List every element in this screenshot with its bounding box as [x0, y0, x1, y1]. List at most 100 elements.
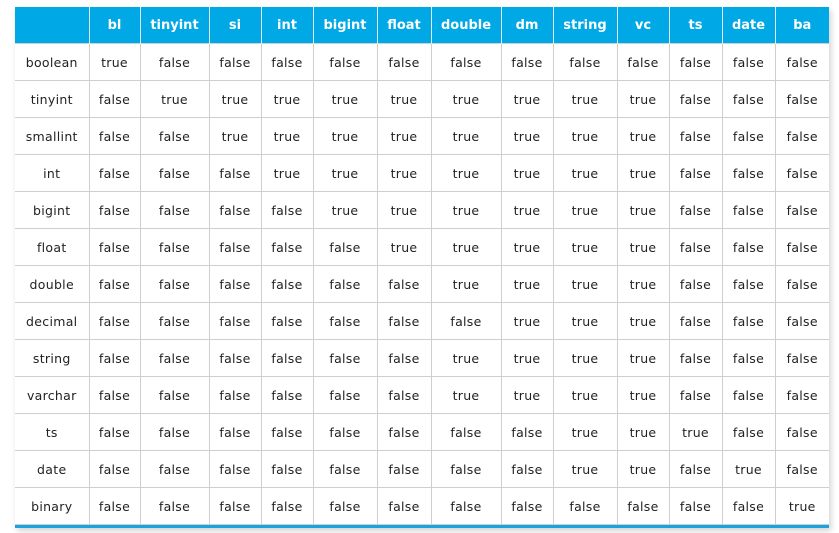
- row-label: decimal: [15, 302, 90, 340]
- column-header: ba: [774, 7, 829, 44]
- table-cell: false: [668, 228, 723, 266]
- table-cell: false: [139, 339, 210, 377]
- table-cell: false: [260, 302, 314, 340]
- table-cell: false: [88, 487, 141, 525]
- table-cell: false: [668, 80, 723, 118]
- table-cell: false: [774, 265, 829, 303]
- table-cell: false: [721, 80, 776, 118]
- table-cell: false: [88, 339, 141, 377]
- table-cell: false: [376, 339, 432, 377]
- table-cell: false: [208, 339, 262, 377]
- table-cell: false: [139, 228, 210, 266]
- column-header: int: [260, 7, 313, 44]
- column-header: double: [430, 7, 501, 44]
- table-cell: true: [430, 228, 502, 266]
- table-cell: false: [430, 487, 502, 525]
- table-cell: true: [552, 339, 618, 377]
- table-cell: false: [88, 154, 141, 192]
- table-cell: true: [616, 154, 670, 192]
- table-cell: true: [616, 191, 670, 229]
- table-cell: false: [774, 376, 829, 414]
- type-conversion-table-container: bl tinyint si int bigint float double dm string v…: [15, 7, 829, 528]
- row-label: float: [15, 228, 90, 266]
- table-cell: false: [668, 376, 723, 414]
- table-cell: true: [616, 265, 670, 303]
- row-label: int: [15, 154, 90, 192]
- table-cell: false: [88, 228, 141, 266]
- row-label: bigint: [15, 191, 90, 229]
- table-cell: false: [774, 117, 829, 155]
- table-cell: true: [260, 117, 314, 155]
- table-cell: false: [552, 43, 618, 81]
- table-cell: false: [312, 450, 378, 488]
- table-cell: false: [668, 265, 723, 303]
- table-cell: false: [552, 487, 618, 525]
- table-cell: false: [668, 117, 723, 155]
- row-label: smallint: [15, 117, 90, 155]
- table-cell: false: [208, 265, 262, 303]
- table-cell: false: [88, 302, 141, 340]
- table-cell: true: [500, 154, 554, 192]
- table-row: bigint false false false false true true true tr…: [15, 191, 829, 229]
- table-cell: false: [376, 413, 432, 451]
- table-row: double false false false false false false true…: [15, 265, 829, 303]
- table-cell: false: [721, 43, 776, 81]
- table-cell: true: [139, 80, 210, 118]
- table-row: ts false false false false false false false fal…: [15, 413, 829, 451]
- table-row: string false false false false false false true…: [15, 339, 829, 377]
- table-cell: true: [552, 265, 618, 303]
- table-cell: true: [616, 339, 670, 377]
- table-cell: false: [430, 43, 502, 81]
- table-cell: true: [552, 413, 618, 451]
- column-header: string: [552, 7, 617, 44]
- table-cell: true: [260, 154, 314, 192]
- header-row: bl tinyint si int bigint float double dm string v…: [15, 7, 829, 44]
- table-cell: true: [668, 413, 723, 451]
- table-cell: true: [430, 376, 502, 414]
- table-cell: false: [260, 228, 314, 266]
- table-cell: false: [721, 154, 776, 192]
- table-cell: false: [616, 43, 670, 81]
- table-cell: false: [260, 265, 314, 303]
- table-row: int false false false true true true true true tr…: [15, 154, 829, 192]
- table-cell: false: [500, 450, 554, 488]
- table-cell: true: [500, 80, 554, 118]
- table-cell: false: [500, 487, 554, 525]
- table-cell: false: [430, 450, 502, 488]
- column-header: si: [208, 7, 261, 44]
- table-cell: true: [500, 191, 554, 229]
- table-cell: true: [616, 413, 670, 451]
- table-cell: false: [430, 302, 502, 340]
- table-cell: false: [139, 487, 210, 525]
- table-cell: false: [668, 154, 723, 192]
- table-cell: false: [668, 487, 723, 525]
- row-label: date: [15, 450, 90, 488]
- table-cell: false: [208, 376, 262, 414]
- table-cell: true: [552, 376, 618, 414]
- table-cell: false: [139, 302, 210, 340]
- table-cell: false: [88, 117, 141, 155]
- table-cell: false: [721, 228, 776, 266]
- table-cell: false: [208, 450, 262, 488]
- table-row: varchar false false false false false false tru…: [15, 376, 829, 414]
- table-cell: true: [552, 117, 618, 155]
- table-cell: false: [88, 191, 141, 229]
- table-cell: false: [312, 265, 378, 303]
- table-cell: false: [774, 339, 829, 377]
- table-cell: false: [260, 191, 314, 229]
- table-cell: false: [721, 117, 776, 155]
- table-cell: true: [500, 376, 554, 414]
- table-cell: false: [616, 487, 670, 525]
- table-cell: false: [312, 376, 378, 414]
- table-cell: false: [312, 413, 378, 451]
- table-cell: false: [376, 450, 432, 488]
- table-cell: false: [376, 302, 432, 340]
- table-cell: false: [721, 487, 776, 525]
- table-cell: false: [668, 339, 723, 377]
- table-cell: false: [668, 302, 723, 340]
- table-cell: true: [430, 117, 502, 155]
- table-cell: false: [774, 413, 829, 451]
- column-header: bigint: [312, 7, 377, 44]
- table-cell: true: [312, 80, 378, 118]
- table-cell: false: [88, 265, 141, 303]
